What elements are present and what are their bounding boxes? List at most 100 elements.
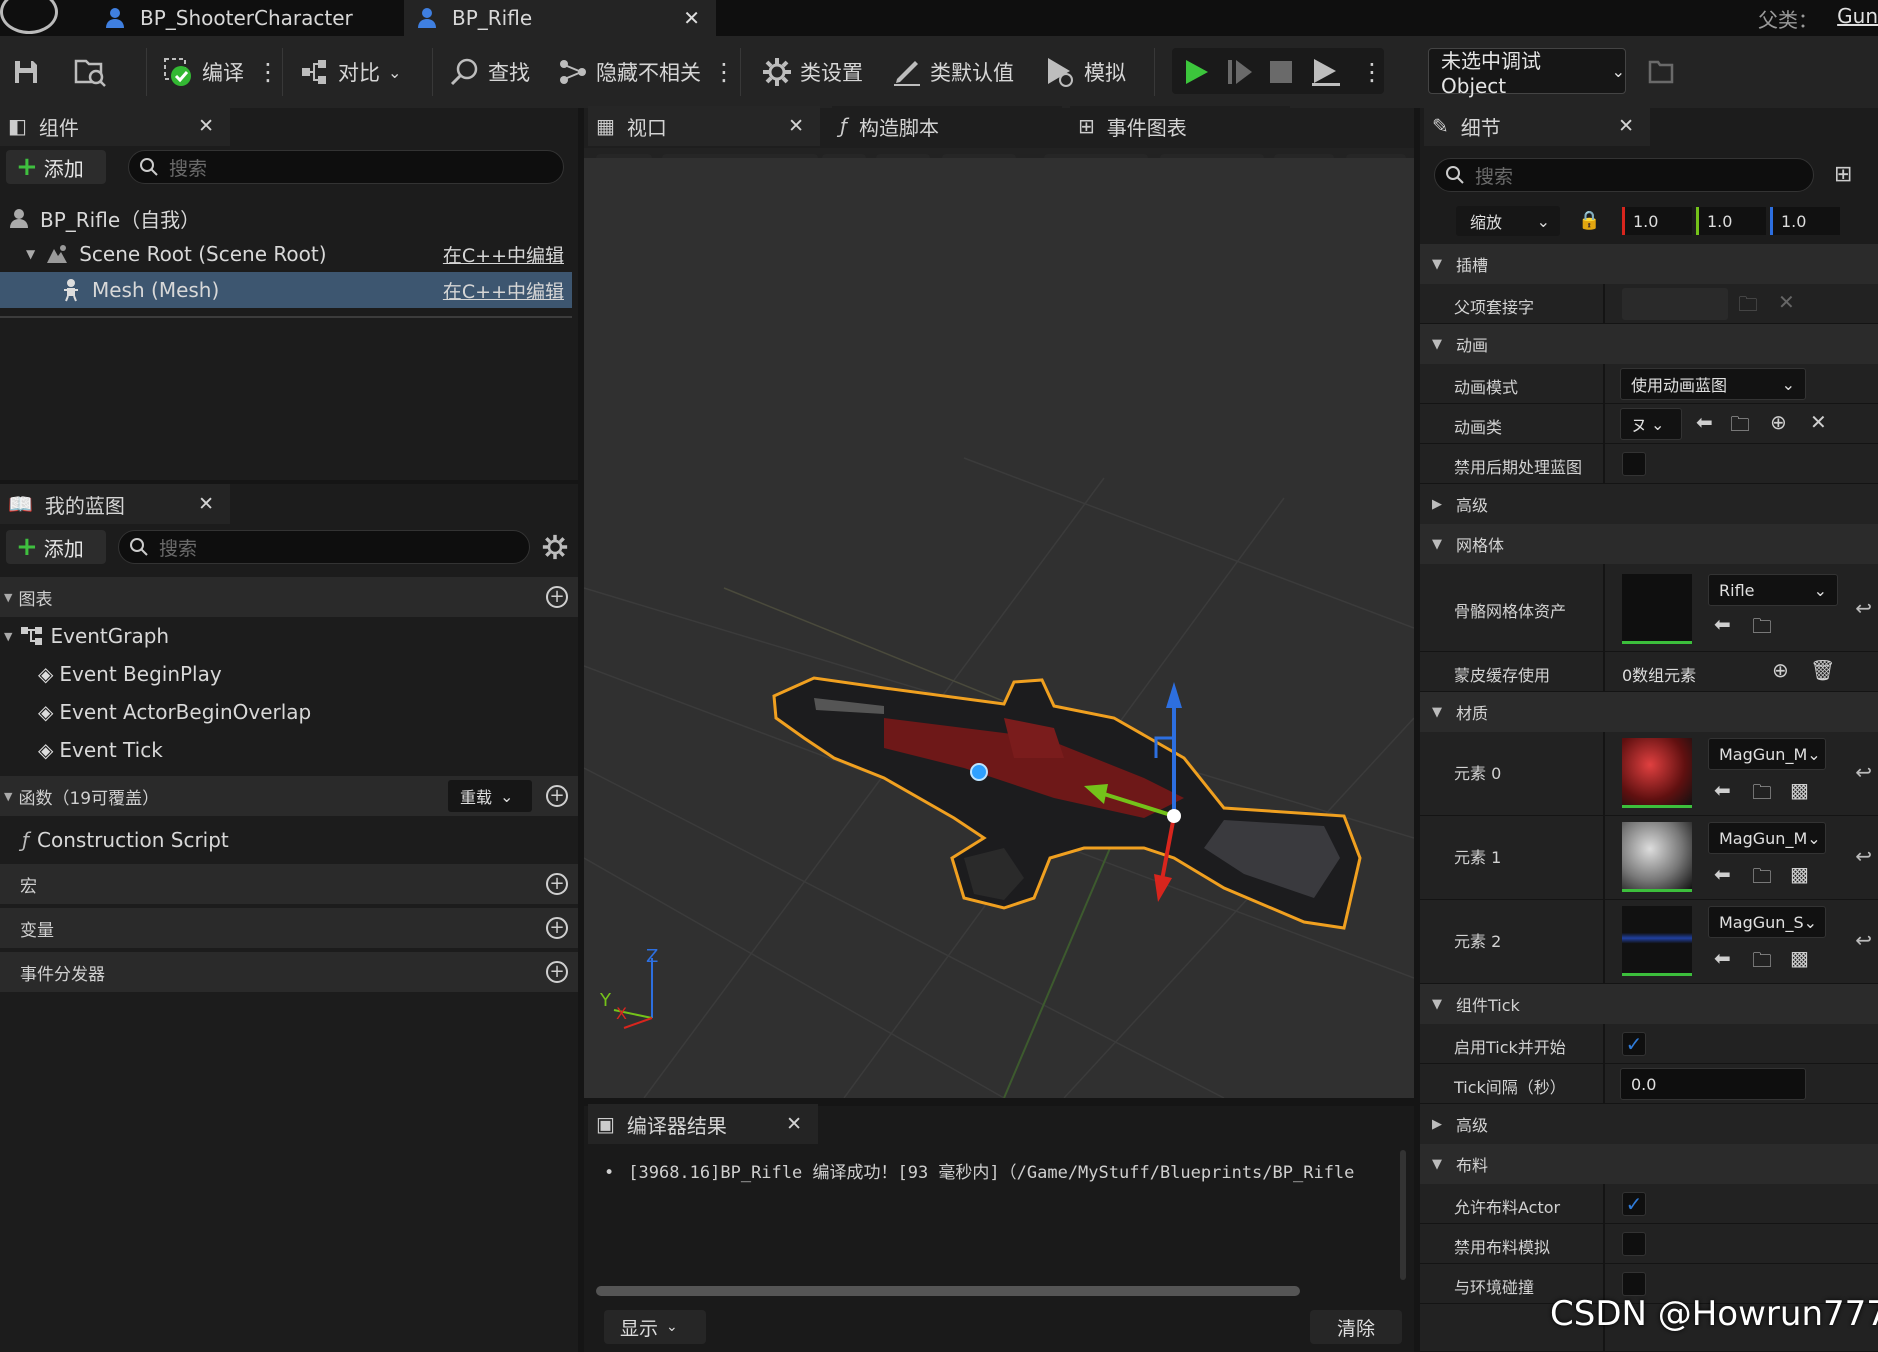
material-dropdown[interactable]: MagGun_M ⌄ <box>1708 822 1826 854</box>
add-graph-icon[interactable]: + <box>546 586 568 608</box>
use-selected-icon[interactable]: ⬅ <box>1714 612 1731 636</box>
find-options-icon[interactable]: ⋮ <box>712 50 736 94</box>
animation-class-dropdown[interactable]: ヌ ⌄ <box>1620 408 1682 440</box>
material-dropdown[interactable]: MagGun_M ⌄ <box>1708 738 1826 770</box>
components-search-input[interactable]: 搜索 <box>128 150 564 184</box>
tab-my-blueprint[interactable]: 📖 我的蓝图 ✕ <box>0 484 230 524</box>
material-thumbnail[interactable] <box>1622 906 1692 976</box>
tree-item-scene-root[interactable]: ▼ Scene Root (Scene Root) 在C++中编辑 <box>0 236 572 272</box>
add-macro-icon[interactable]: + <box>546 873 568 895</box>
tick-enabled-checkbox[interactable]: ✓ <box>1622 1032 1646 1056</box>
section-cloth[interactable]: ▼ 布料 <box>1420 1144 1878 1184</box>
tab-components[interactable]: ◧ 组件 ✕ <box>0 106 230 146</box>
tab-construction-script[interactable]: ƒ 构造脚本 <box>832 106 1062 146</box>
clear-icon[interactable]: ✕ <box>1810 410 1827 434</box>
tree-item-mesh[interactable]: Mesh (Mesh) 在C++中编辑 <box>0 272 572 308</box>
parent-class-link[interactable]: Gun <box>1837 4 1878 28</box>
browse-icon[interactable]: 🗀 <box>1730 410 1750 444</box>
vertical-scrollbar[interactable] <box>1400 1150 1406 1280</box>
compile-options-icon[interactable]: ⋮ <box>256 50 280 94</box>
use-selected-icon[interactable]: ⬅ <box>1714 862 1731 886</box>
compile-button[interactable]: 编译 <box>162 50 244 94</box>
allow-cloth-checkbox[interactable]: ✓ <box>1622 1192 1646 1216</box>
stop-button[interactable] <box>1268 50 1294 94</box>
browse-icon[interactable]: 🗀 <box>1752 862 1772 896</box>
material-thumbnail[interactable] <box>1622 738 1692 808</box>
horizontal-scrollbar[interactable] <box>596 1286 1300 1296</box>
debug-browse-button[interactable] <box>1648 50 1674 94</box>
add-function-icon[interactable]: + <box>546 785 568 807</box>
section-macros[interactable]: 宏 + <box>0 864 578 904</box>
hide-unrelated-button[interactable]: 隐藏不相关 <box>558 50 701 94</box>
tab-event-graph[interactable]: ⊞ 事件图表 <box>1070 106 1290 146</box>
mesh-asset-dropdown[interactable]: Rifle ⌄ <box>1708 574 1838 606</box>
close-icon[interactable]: ✕ <box>786 1113 802 1135</box>
use-selected-icon[interactable]: ⬅ <box>1714 946 1731 970</box>
material-dropdown[interactable]: MagGun_S ⌄ <box>1708 906 1826 938</box>
section-component-tick[interactable]: ▼ 组件Tick <box>1420 984 1878 1024</box>
close-icon[interactable]: ✕ <box>198 493 214 515</box>
section-sockets[interactable]: ▼ 插槽 <box>1420 244 1878 284</box>
details-search-input[interactable]: 搜索 <box>1434 158 1814 192</box>
tree-item-event-tick[interactable]: ◈ Event Tick <box>0 732 163 768</box>
reset-to-default-icon[interactable]: ↩ <box>1855 596 1872 620</box>
checker-icon[interactable]: ▩ <box>1790 862 1809 886</box>
property-matrix-icon[interactable]: ⊞ <box>1834 162 1852 187</box>
add-component-button[interactable]: + 添加 <box>6 150 106 184</box>
add-element-icon[interactable]: ⊕ <box>1772 658 1789 682</box>
close-icon[interactable]: ✕ <box>683 6 700 30</box>
browse-icon[interactable]: 🗀 <box>1738 290 1758 324</box>
collide-environment-checkbox[interactable] <box>1622 1272 1646 1296</box>
add-dispatcher-icon[interactable]: + <box>546 961 568 983</box>
browse-icon[interactable]: 🗀 <box>1752 778 1772 812</box>
clear-icon[interactable]: ✕ <box>1778 290 1795 314</box>
section-animation[interactable]: ▼ 动画 <box>1420 324 1878 364</box>
edit-in-cpp-link[interactable]: 在C++中编辑 <box>443 277 564 304</box>
material-thumbnail[interactable] <box>1622 822 1692 892</box>
use-selected-icon[interactable]: ⬅ <box>1714 778 1731 802</box>
section-graphs[interactable]: ▼ 图表 + <box>0 577 578 617</box>
disable-post-process-checkbox[interactable] <box>1622 452 1646 476</box>
tab-bp-rifle[interactable]: BP_Rifle ✕ <box>404 0 716 36</box>
browse-button[interactable] <box>74 50 108 94</box>
unreal-logo-icon[interactable] <box>0 0 58 34</box>
section-variables[interactable]: 变量 + <box>0 908 578 948</box>
scale-x-input[interactable]: 1.0 <box>1622 207 1692 235</box>
tab-compiler-results[interactable]: ▣ 编译器结果 ✕ <box>588 1104 818 1144</box>
animation-mode-dropdown[interactable]: 使用动画蓝图 ⌄ <box>1620 368 1806 400</box>
checker-icon[interactable]: ▩ <box>1790 778 1809 802</box>
play-button[interactable] <box>1182 50 1210 94</box>
edit-in-cpp-link[interactable]: 在C++中编辑 <box>443 241 564 268</box>
override-dropdown[interactable]: 重载 ⌄ <box>448 780 532 812</box>
close-icon[interactable]: ✕ <box>788 115 804 137</box>
tab-bp-shooter-character[interactable]: BP_ShooterCharacter <box>92 0 402 36</box>
browse-icon[interactable]: 🗀 <box>1752 612 1772 646</box>
parent-socket-input[interactable] <box>1622 288 1728 320</box>
section-materials[interactable]: ▼ 材质 <box>1420 692 1878 732</box>
close-icon[interactable]: ✕ <box>198 115 214 137</box>
tree-item-bp-rifle[interactable]: BP_Rifle（自我） <box>0 200 578 236</box>
tab-viewport[interactable]: ▦ 视口 ✕ <box>588 106 820 146</box>
section-event-dispatchers[interactable]: 事件分发器 + <box>0 952 578 992</box>
use-selected-icon[interactable]: ⬅ <box>1696 410 1713 434</box>
add-variable-icon[interactable]: + <box>546 917 568 939</box>
tree-item-event-actorbeginoverlap[interactable]: ◈ Event ActorBeginOverlap <box>0 694 311 730</box>
scale-mode-dropdown[interactable]: 缩放 ⌄ <box>1456 206 1560 236</box>
checker-icon[interactable]: ▩ <box>1790 946 1809 970</box>
trash-icon[interactable]: 🗑 <box>1810 658 1835 682</box>
settings-gear-button[interactable] <box>540 532 570 562</box>
lock-icon[interactable]: 🔒 <box>1578 210 1600 231</box>
play-options-icon[interactable]: ⋮ <box>1360 50 1384 94</box>
tick-interval-input[interactable]: 0.0 <box>1620 1068 1806 1100</box>
advance-frame-button[interactable] <box>1226 50 1254 94</box>
show-dropdown[interactable]: 显示 ⌄ <box>604 1310 706 1344</box>
tree-item-event-graph[interactable]: ▼ EventGraph <box>0 618 169 654</box>
tree-item-event-beginplay[interactable]: ◈ Event BeginPlay <box>0 656 222 692</box>
reset-to-default-icon[interactable]: ↩ <box>1855 928 1872 952</box>
viewport-canvas[interactable]: Z Y X <box>584 158 1414 1098</box>
debug-object-select[interactable]: 未选中调试Object ⌄ <box>1428 48 1626 98</box>
find-button[interactable]: 查找 <box>450 50 530 94</box>
add-blueprint-item-button[interactable]: + 添加 <box>6 530 106 564</box>
section-advanced-tick[interactable]: ▶ 高级 <box>1420 1104 1878 1144</box>
section-advanced-animation[interactable]: ▶ 高级 <box>1420 484 1878 524</box>
